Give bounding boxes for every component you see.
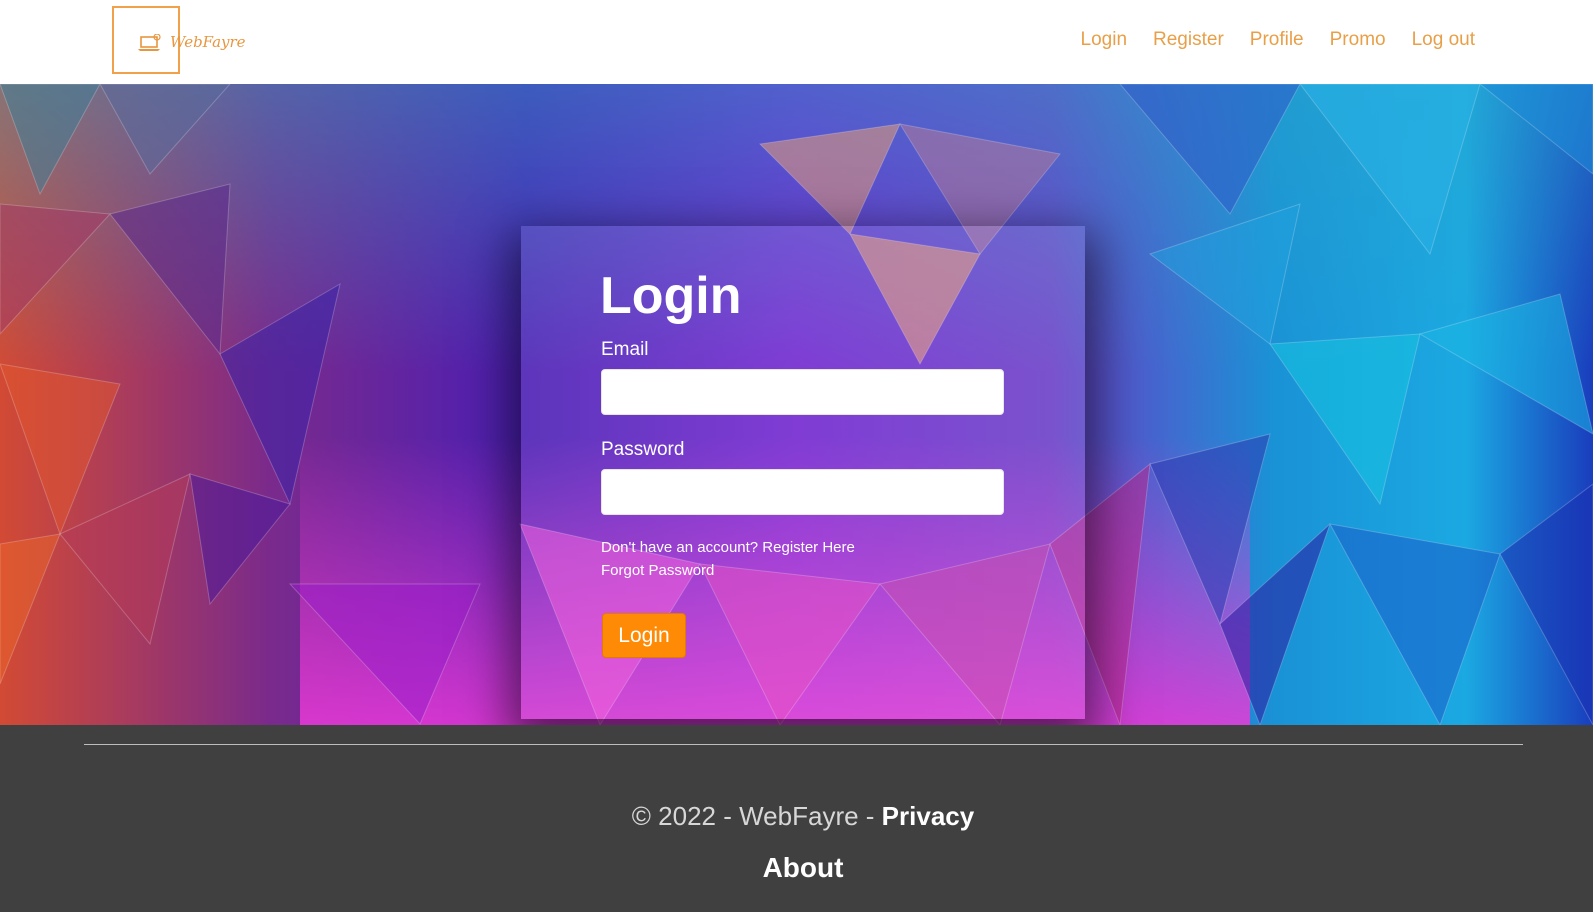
brand-logo[interactable]: WebFayre [112, 6, 246, 74]
copyright-line: © 2022 - WebFayre - Privacy [0, 801, 1593, 832]
login-submit-button[interactable]: Login [602, 613, 686, 658]
footer: © 2022 - WebFayre - Privacy About [0, 725, 1593, 912]
email-label: Email [601, 339, 649, 360]
nav-profile-link[interactable]: Profile [1250, 29, 1304, 51]
laptop-icon [138, 34, 161, 51]
nav-promo-link[interactable]: Promo [1330, 29, 1386, 51]
email-field[interactable] [601, 369, 1004, 415]
login-hero: Login Email Password Don't have an accou… [0, 84, 1593, 725]
copyright-text: © 2022 - WebFayre - [631, 801, 882, 831]
password-field[interactable] [601, 469, 1004, 515]
privacy-link[interactable]: Privacy [882, 801, 975, 831]
login-card: Login Email Password Don't have an accou… [521, 226, 1085, 719]
forgot-password-link[interactable]: Forgot Password [601, 562, 714, 579]
login-title: Login [600, 267, 742, 325]
nav-logout-link[interactable]: Log out [1412, 29, 1475, 51]
register-here-link[interactable]: Don't have an account? Register Here [601, 539, 855, 556]
password-label: Password [601, 439, 685, 460]
navbar: WebFayre Login Register Profile Promo Lo… [0, 0, 1593, 84]
nav-login-link[interactable]: Login [1081, 29, 1128, 51]
footer-divider [84, 744, 1523, 745]
about-link[interactable]: About [0, 852, 1593, 884]
nav-register-link[interactable]: Register [1153, 29, 1224, 51]
brand-name: WebFayre [170, 33, 246, 51]
main-nav: Login Register Profile Promo Log out [1081, 29, 1475, 51]
